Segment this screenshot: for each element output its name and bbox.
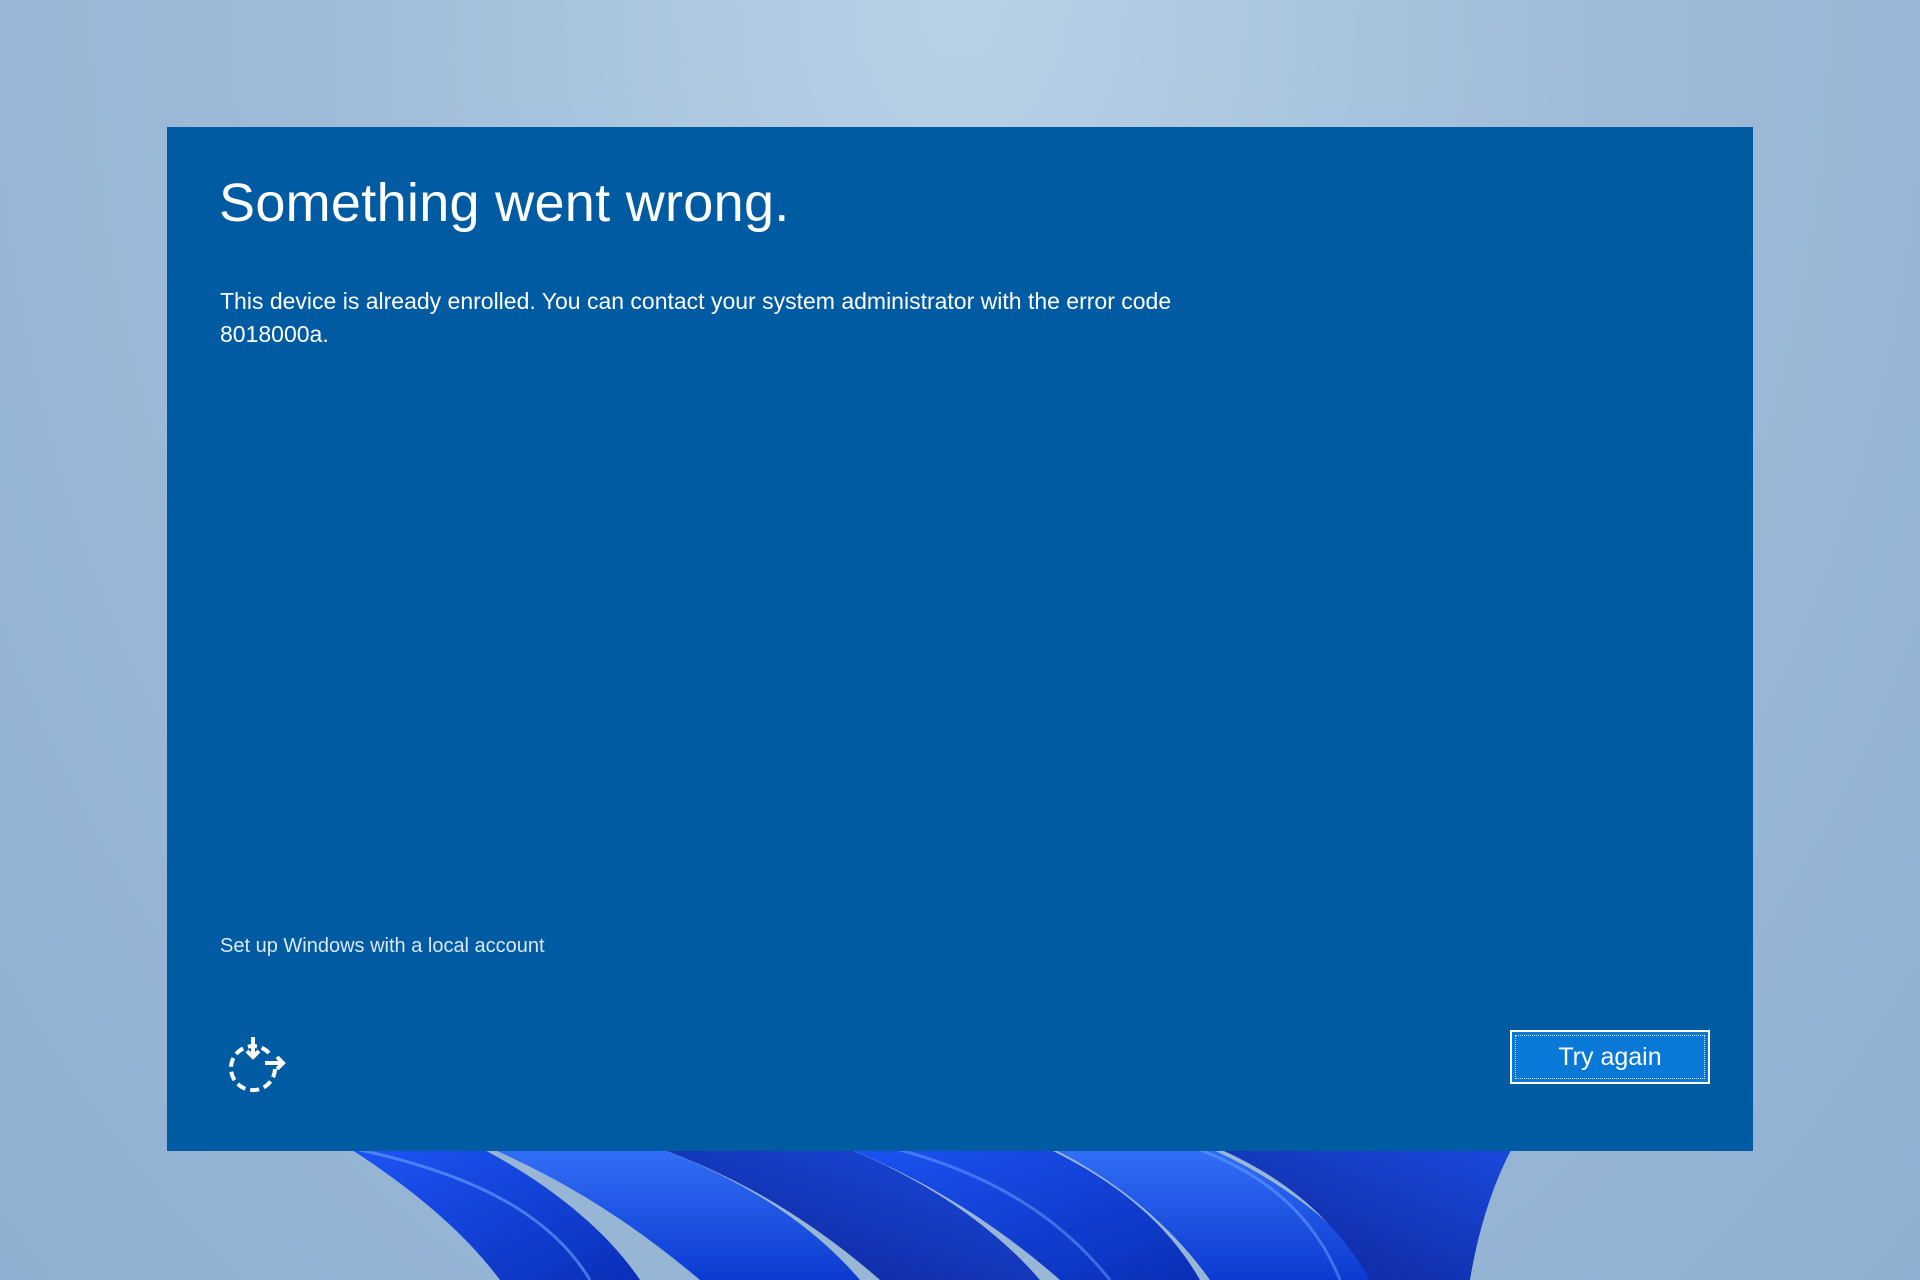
try-again-button[interactable]: Try again	[1510, 1030, 1710, 1084]
ease-of-access-icon[interactable]	[225, 1031, 289, 1095]
local-account-link[interactable]: Set up Windows with a local account	[220, 935, 545, 958]
error-title: Something went wrong.	[219, 173, 790, 233]
oobe-error-dialog: Something went wrong. This device is alr…	[167, 127, 1753, 1151]
error-message: This device is already enrolled. You can…	[220, 288, 1172, 347]
